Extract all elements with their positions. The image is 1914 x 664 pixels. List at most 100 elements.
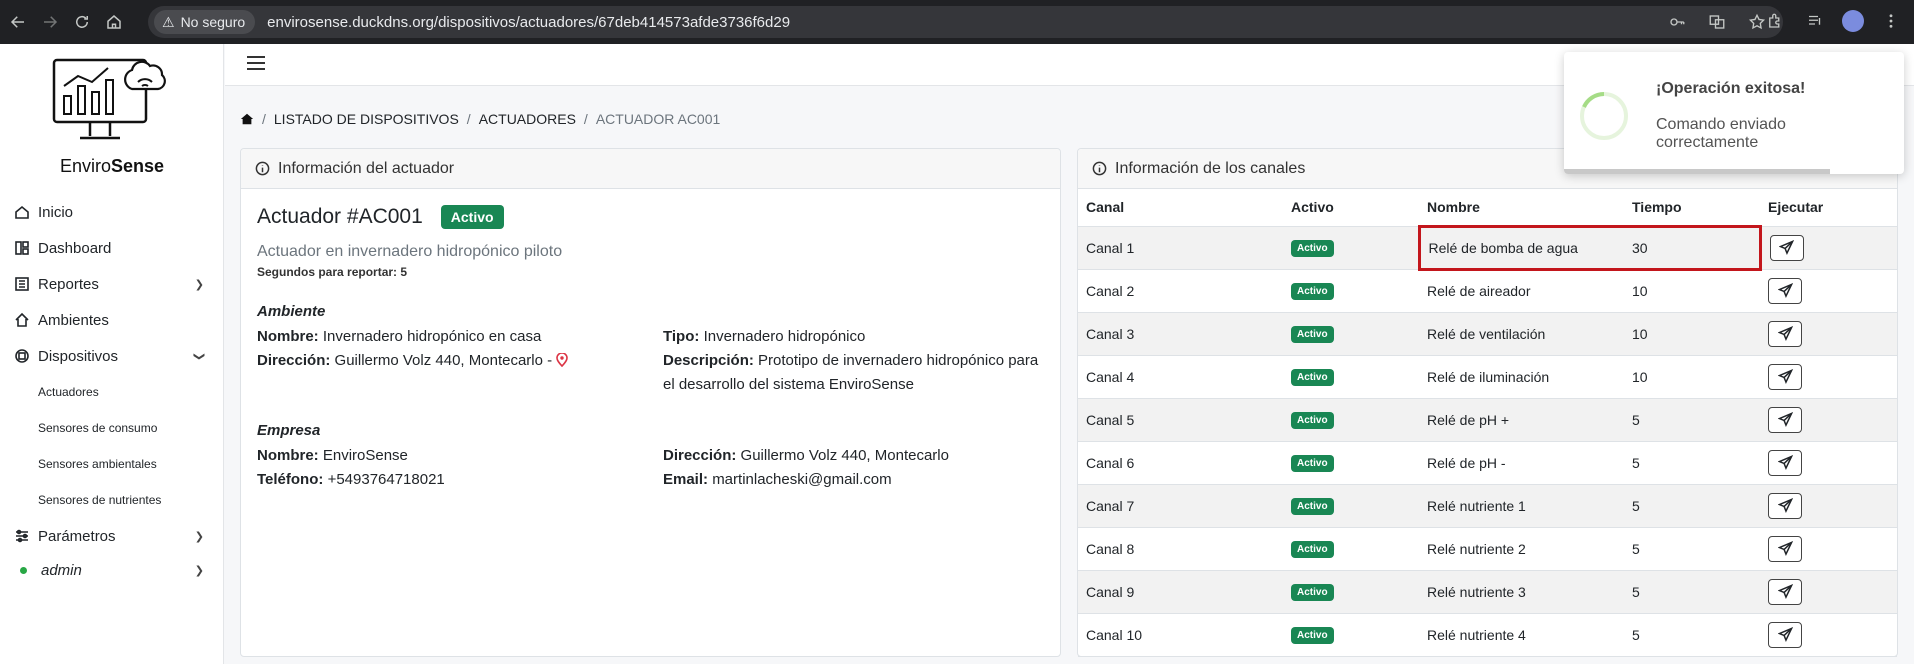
success-toast[interactable]: ¡Operación exitosa! Comando enviado corr… (1564, 52, 1904, 174)
sidebar-subitem-sensores-ambientales[interactable]: Sensores ambientales (0, 446, 224, 482)
security-chip[interactable]: ⚠ No seguro (154, 10, 256, 34)
status-badge: Activo (1291, 584, 1334, 601)
browser-toolbar: ⚠ No seguro envirosense.duckdns.org/dispo… (0, 0, 1914, 44)
translate-icon[interactable] (1705, 10, 1729, 34)
menu-dots-icon[interactable] (1878, 8, 1904, 34)
home-browser-icon[interactable] (100, 8, 128, 36)
map-pin-icon[interactable] (556, 353, 568, 367)
ambiente-tipo: Tipo: Invernadero hidropónico (663, 328, 866, 345)
ambiente-nombre: Nombre: Invernadero hidropónico en casa (257, 328, 542, 345)
address-bar[interactable]: ⚠ No seguro envirosense.duckdns.org/dispo… (148, 6, 1783, 38)
hamburger-menu-icon[interactable] (247, 56, 265, 70)
cell-canal: Canal 7 (1078, 484, 1283, 528)
cell-tiempo: 10 (1624, 355, 1760, 399)
execute-button[interactable] (1768, 492, 1802, 519)
cell-canal: Canal 6 (1078, 441, 1283, 485)
url-text[interactable]: envirosense.duckdns.org/dispositivos/act… (267, 14, 790, 31)
card-title: Información del actuador (278, 159, 455, 177)
reload-icon[interactable] (68, 8, 96, 36)
sidebar: EnviroSense Inicio Dashboard Reportes ❯ A… (0, 44, 224, 664)
chevron-right-icon: ❯ (194, 278, 204, 291)
sidebar-item-parametros[interactable]: Parámetros ❯ (0, 518, 224, 554)
sidebar-item-label: Reportes (38, 275, 99, 293)
breadcrumb-current: ACTUADOR AC001 (595, 111, 721, 127)
house-icon (15, 312, 29, 327)
execute-button[interactable] (1768, 406, 1802, 433)
cell-nombre: Relé nutriente 3 (1419, 570, 1624, 614)
actuator-info-card: Información del actuador Actuador #AC001… (240, 148, 1061, 657)
envirosense-logo (52, 58, 166, 140)
success-spinner-icon (1580, 92, 1628, 140)
cell-tiempo: 10 (1624, 312, 1760, 356)
card-title: Información de los canales (1115, 159, 1306, 177)
status-badge: Activo (440, 205, 504, 229)
empresa-telefono: Teléfono: +5493764718021 (257, 471, 445, 488)
card-header: Información del actuador (241, 149, 1060, 189)
sidebar-subitem-sensores-consumo[interactable]: Sensores de consumo (0, 410, 224, 446)
execute-button[interactable] (1768, 277, 1802, 304)
sidebar-item-reportes[interactable]: Reportes ❯ (0, 266, 224, 302)
execute-button[interactable] (1768, 449, 1802, 476)
forward-icon[interactable] (36, 8, 64, 36)
sidebar-item-inicio[interactable]: Inicio (0, 194, 224, 230)
column-header-activo: Activo (1283, 189, 1419, 227)
status-badge: Activo (1291, 412, 1334, 429)
back-icon[interactable] (4, 8, 32, 36)
key-icon[interactable] (1665, 10, 1689, 34)
online-status-dot (20, 566, 27, 574)
cell-nombre: Relé de aireador (1419, 269, 1624, 313)
breadcrumb-link-dispositivos[interactable]: LISTADO DE DISPOSITIVOS (274, 111, 459, 127)
chevron-right-icon: ❯ (194, 564, 204, 577)
status-badge: Activo (1291, 627, 1334, 644)
ambiente-descripcion: Descripción: Prototipo de invernadero hi… (663, 352, 1039, 393)
table-row: Canal 7 Activo Relé nutriente 15 (1078, 484, 1897, 528)
sidebar-item-label: Ambientes (38, 311, 109, 329)
column-header-tiempo: Tiempo (1624, 189, 1760, 227)
section-empresa: Empresa (257, 422, 321, 439)
sidebar-item-dashboard[interactable]: Dashboard (0, 230, 224, 266)
execute-button[interactable] (1769, 234, 1804, 261)
column-header-ejecutar: Ejecutar (1760, 189, 1897, 227)
table-row: Canal 8 Activo Relé nutriente 25 (1078, 527, 1897, 571)
execute-button[interactable] (1768, 363, 1802, 390)
table-row: Canal 9 Activo Relé nutriente 35 (1078, 570, 1897, 614)
dashboard-icon (15, 241, 29, 255)
execute-button[interactable] (1768, 535, 1802, 562)
sidebar-item-label: Dashboard (38, 239, 112, 257)
cell-canal: Canal 9 (1078, 570, 1283, 614)
send-icon (1777, 541, 1793, 556)
reports-icon (15, 277, 29, 291)
brand-part1: Enviro (59, 156, 111, 176)
status-badge: Activo (1291, 326, 1334, 343)
cell-tiempo: 5 (1624, 484, 1760, 528)
cell-nombre: Relé de ventilación (1419, 312, 1624, 356)
device-icon (15, 349, 29, 363)
execute-button[interactable] (1768, 578, 1802, 605)
column-header-canal: Canal (1078, 189, 1283, 227)
execute-button[interactable] (1768, 320, 1802, 347)
media-icon[interactable] (1802, 8, 1828, 34)
chevron-right-icon: ❯ (194, 530, 204, 543)
table-row: Canal 5 Activo Relé de pH +5 (1078, 398, 1897, 442)
breadcrumb: / LISTADO DE DISPOSITIVOS / ACTUADORES /… (240, 111, 720, 127)
cell-canal: Canal 1 (1078, 226, 1283, 270)
sidebar-item-ambientes[interactable]: Ambientes (0, 302, 224, 338)
cell-tiempo: 5 (1624, 527, 1760, 571)
send-icon (1777, 584, 1793, 599)
home-icon[interactable] (240, 112, 254, 126)
profile-avatar[interactable] (1842, 10, 1864, 32)
sidebar-item-dispositivos[interactable]: Dispositivos ❯ (0, 338, 224, 374)
chevron-down-icon: ❯ (192, 351, 205, 361)
info-icon (1092, 161, 1107, 176)
send-icon (1777, 283, 1793, 298)
execute-button[interactable] (1768, 621, 1802, 648)
column-header-nombre: Nombre (1419, 189, 1624, 227)
sidebar-subitem-actuadores[interactable]: Actuadores (0, 374, 224, 410)
section-ambiente: Ambiente (257, 303, 326, 320)
cell-canal: Canal 3 (1078, 312, 1283, 356)
toast-message: Comando enviado correctamente (1656, 116, 1786, 151)
sidebar-subitem-sensores-nutrientes[interactable]: Sensores de nutrientes (0, 482, 224, 518)
sidebar-item-user[interactable]: admin ❯ (0, 554, 224, 586)
extensions-icon[interactable] (1762, 8, 1788, 34)
breadcrumb-link-actuadores[interactable]: ACTUADORES (479, 111, 576, 127)
